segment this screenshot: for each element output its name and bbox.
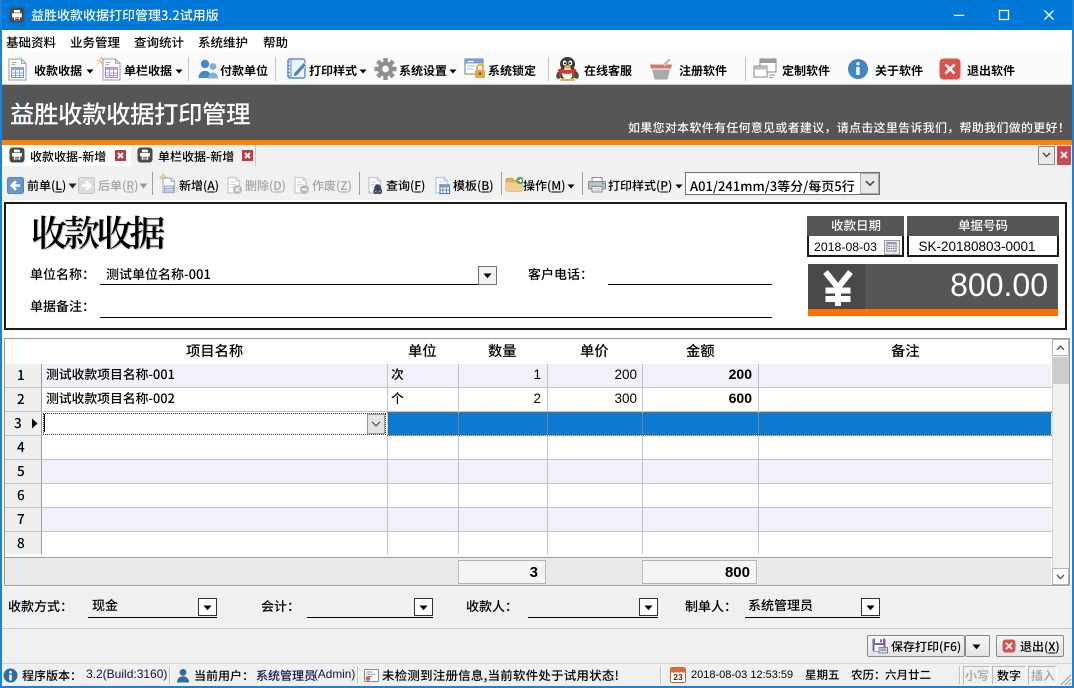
svg-text:23: 23 [673, 672, 683, 682]
